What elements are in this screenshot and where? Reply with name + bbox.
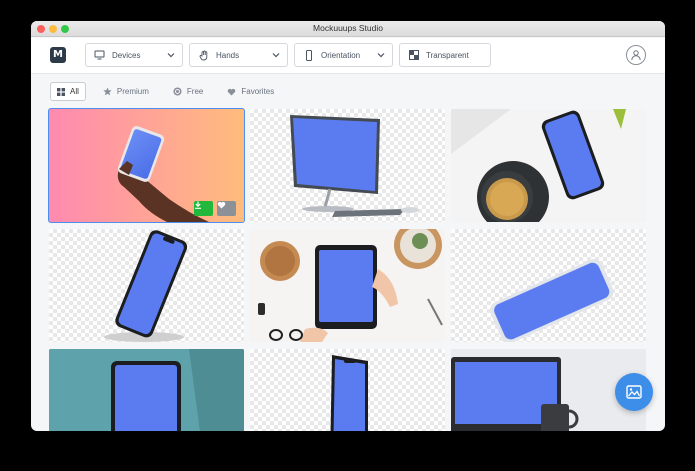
add-image-fab-button[interactable] — [615, 373, 653, 411]
mockup-card-phone-flat[interactable] — [451, 229, 646, 342]
mockup-card-desktop-monitor[interactable] — [250, 109, 445, 222]
mockup-thumbnail — [451, 109, 646, 222]
monitor-icon — [94, 50, 105, 61]
app-window: Mockuuups Studio M Devices Hands Orienta… — [31, 21, 665, 431]
transparent-label: Transparent — [426, 50, 469, 60]
user-avatar-button[interactable] — [626, 45, 646, 65]
mockup-thumbnail — [330, 355, 368, 431]
grid-icon — [57, 87, 65, 96]
mockup-thumbnail — [290, 115, 419, 217]
filter-favorites-label: Favorites — [241, 87, 275, 96]
favorite-button[interactable] — [217, 201, 236, 216]
orientation-dropdown[interactable]: Orientation — [294, 43, 393, 67]
phone-portrait-icon — [303, 49, 314, 61]
mockup-card-phone-angled[interactable] — [250, 349, 445, 431]
heart-icon — [227, 88, 236, 96]
filter-favorites-tab[interactable]: Favorites — [220, 82, 281, 101]
hands-dropdown[interactable]: Hands — [189, 43, 288, 67]
filter-all-tab[interactable]: All — [50, 82, 86, 101]
chevron-down-icon — [167, 53, 175, 58]
user-icon — [631, 50, 641, 61]
star-icon — [103, 87, 112, 96]
mockup-thumbnail — [489, 259, 614, 342]
mockup-card-phone-tilted[interactable] — [49, 229, 244, 342]
filter-free-tab[interactable]: Free — [166, 82, 210, 101]
coin-icon — [173, 87, 182, 96]
hands-label: Hands — [216, 50, 240, 60]
toolbar: M Devices Hands Orientation Transparent — [31, 38, 665, 74]
mockup-card-tablet-teal[interactable] — [49, 349, 244, 431]
mockup-thumbnail — [49, 349, 244, 431]
filter-premium-tab[interactable]: Premium — [96, 82, 156, 101]
transparent-toggle[interactable]: Transparent — [399, 43, 491, 67]
chevron-down-icon — [272, 53, 280, 58]
category-filters: All Premium Free Favorites — [50, 82, 291, 101]
window-title: Mockuuups Studio — [313, 23, 383, 33]
hand-icon — [198, 50, 209, 61]
download-button[interactable] — [194, 201, 213, 216]
mockup-thumbnail — [49, 109, 244, 222]
filter-free-label: Free — [186, 87, 204, 96]
download-icon — [195, 201, 201, 209]
title-bar: Mockuuups Studio — [31, 21, 665, 37]
mockup-thumbnail — [250, 229, 445, 342]
filter-all-label: All — [70, 87, 79, 96]
heart-icon — [217, 201, 226, 209]
chevron-down-icon — [377, 53, 385, 58]
mockup-card-tablet-desk[interactable] — [250, 229, 445, 342]
filter-premium-label: Premium — [116, 87, 149, 96]
app-logo[interactable]: M — [50, 47, 66, 63]
mockup-card-phone-coffee[interactable] — [451, 109, 646, 222]
mockup-card-hand-phone[interactable] — [48, 108, 245, 223]
orientation-label: Orientation — [321, 50, 361, 60]
checkerboard-icon — [408, 50, 419, 61]
image-icon — [626, 385, 642, 399]
devices-label: Devices — [112, 50, 141, 60]
mockup-thumbnail — [104, 230, 188, 342]
devices-dropdown[interactable]: Devices — [85, 43, 183, 67]
